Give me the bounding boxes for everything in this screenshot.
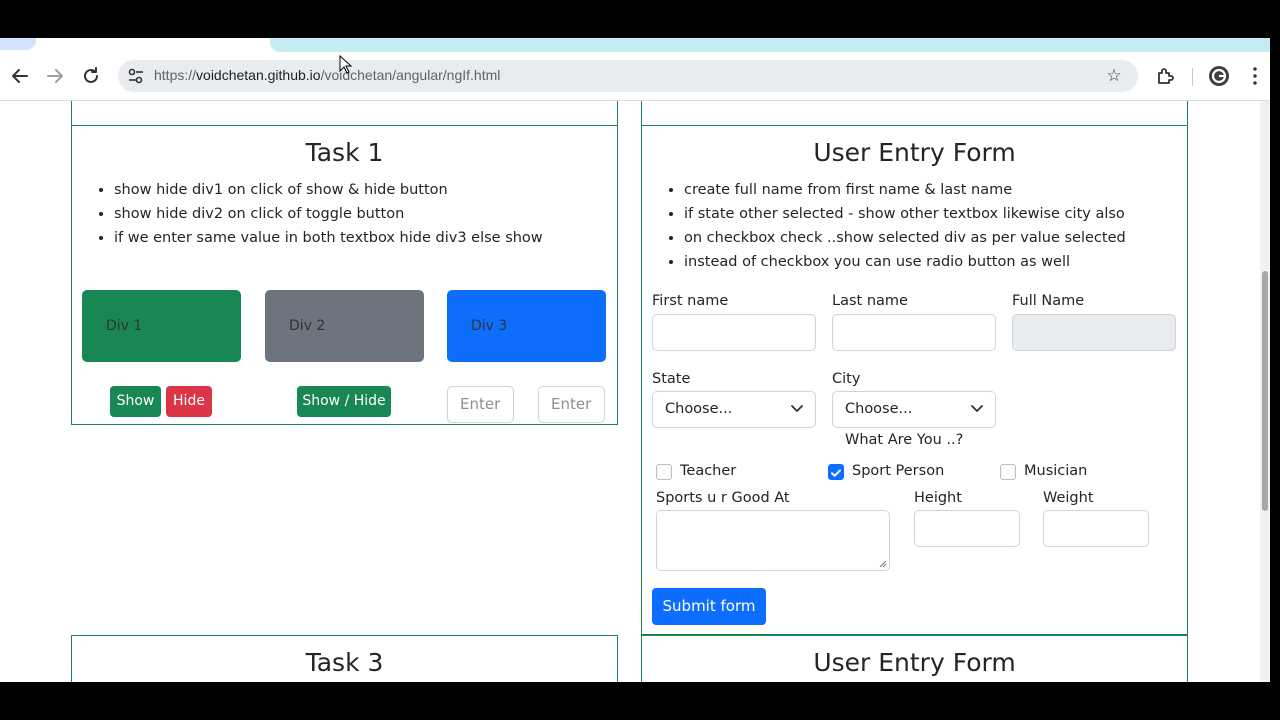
teacher-checkbox[interactable] [656,464,672,480]
list-item: show hide div1 on click of show & hide b… [114,178,543,202]
show-button[interactable]: Show [110,386,161,417]
city-select[interactable]: Choose... [832,391,996,428]
toggle-button[interactable]: Show / Hide [297,386,391,417]
city-label: City [832,371,861,387]
hide-button[interactable]: Hide [166,386,212,417]
url-host: voidchetan.github.io [196,67,321,83]
url-scheme: https:// [154,67,197,83]
form2-title: User Entry Form [813,648,1016,677]
div3-box: Div 3 [447,290,606,362]
forward-icon[interactable] [43,64,67,88]
browser-toolbar: https://voidchetan.github.io/voidchetan/… [0,54,1270,100]
last-name-field[interactable] [832,314,996,351]
list-item: if we enter same value in both textbox h… [114,226,543,250]
musician-checkbox[interactable] [1000,464,1016,480]
height-label: Height [914,490,962,506]
what-are-you-label: What Are You ..? [845,432,964,448]
task3-card: Task 3 [71,635,618,682]
extensions-icon[interactable] [1154,64,1178,88]
height-field[interactable] [914,510,1020,547]
form-title: User Entry Form [813,138,1016,167]
teacher-label[interactable]: Teacher [680,463,736,479]
list-item: show hide div2 on click of toggle button [114,202,543,226]
resize-handle-icon[interactable] [879,560,887,568]
sport-person-label[interactable]: Sport Person [852,463,944,479]
div2-box: Div 2 [265,290,424,362]
weight-label: Weight [1043,490,1094,506]
submit-form-button[interactable]: Submit form [652,588,766,625]
site-info-icon[interactable] [124,64,148,88]
chevron-down-icon [791,405,803,412]
musician-label[interactable]: Musician [1024,463,1087,479]
bookmark-star-icon[interactable]: ☆ [1102,64,1126,88]
toolbar-divider [1192,68,1193,86]
previous-card-right [641,101,1188,126]
task1-card: Task 1 show hide div1 on click of show &… [71,125,618,425]
active-tab[interactable] [0,38,36,50]
compare-input-2[interactable]: Enter [538,386,605,423]
first-name-field[interactable] [652,314,816,351]
form-bullet-list: create full name from first name & last … [684,178,1126,274]
task1-bullet-list: show hide div1 on click of show & hide b… [114,178,543,250]
tab-strip-highlight [270,38,1270,52]
user-entry-form-card: User Entry Form create full name from fi… [641,125,1188,635]
user-entry-form-card-2: User Entry Form [641,635,1188,682]
task1-title: Task 1 [305,138,384,167]
menu-kebab-icon[interactable] [1243,64,1267,88]
sports-good-at-textarea[interactable] [656,510,890,571]
screen: https://voidchetan.github.io/voidchetan/… [0,0,1280,720]
weight-field[interactable] [1043,510,1149,547]
list-item: if state other selected - show other tex… [684,202,1126,226]
chevron-down-icon [971,405,983,412]
last-name-label: Last name [832,293,908,309]
reload-icon[interactable] [79,64,103,88]
back-icon[interactable] [8,64,32,88]
page-scrollbar[interactable] [1260,101,1270,682]
first-name-label: First name [652,293,729,309]
page-viewport: Task 1 show hide div1 on click of show &… [0,101,1270,682]
state-select-value: Choose... [665,401,733,417]
sport-person-checkbox[interactable] [828,464,844,480]
address-bar[interactable]: https://voidchetan.github.io/voidchetan/… [118,60,1138,92]
div1-box: Div 1 [82,290,241,362]
tab-strip [0,38,1270,54]
previous-card-left [71,101,618,126]
url-text: https://voidchetan.github.io/voidchetan/… [154,67,500,83]
full-name-field [1012,314,1176,351]
profile-avatar-icon[interactable] [1207,64,1231,88]
compare-input-1[interactable]: Enter [447,386,514,423]
task3-title: Task 3 [305,648,384,677]
list-item: on checkbox check ..show selected div as… [684,226,1126,250]
scrollbar-thumb[interactable] [1262,271,1268,511]
city-select-value: Choose... [845,401,913,417]
mouse-cursor-icon [339,55,353,74]
full-name-label: Full Name [1012,293,1085,309]
state-select[interactable]: Choose... [652,391,816,428]
list-item: instead of checkbox you can use radio bu… [684,250,1126,274]
check-icon [831,469,841,477]
list-item: create full name from first name & last … [684,178,1126,202]
sports-good-at-label: Sports u r Good At [656,490,790,506]
state-label: State [652,371,691,387]
